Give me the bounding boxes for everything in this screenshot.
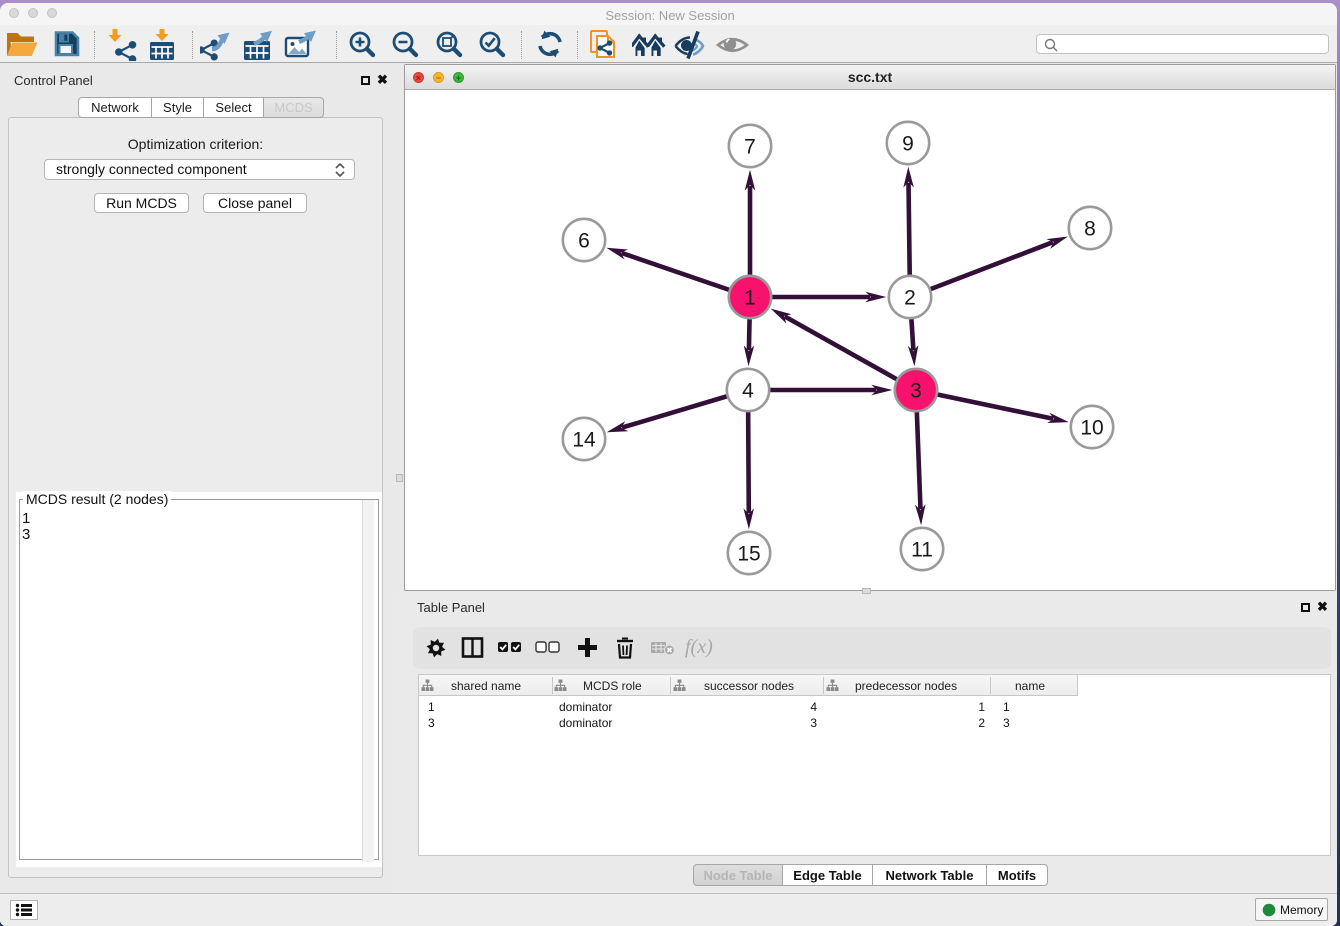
svg-text:9: 9 (902, 133, 914, 156)
svg-text:7: 7 (744, 136, 756, 159)
svg-text:2: 2 (904, 287, 916, 310)
svg-text:6: 6 (578, 230, 590, 253)
svg-text:14: 14 (572, 429, 596, 452)
svg-text:4: 4 (742, 380, 754, 403)
svg-text:10: 10 (1080, 417, 1103, 440)
svg-text:3: 3 (910, 380, 922, 403)
svg-text:1: 1 (744, 287, 756, 310)
svg-text:8: 8 (1084, 218, 1096, 241)
svg-text:11: 11 (911, 539, 933, 562)
svg-text:15: 15 (737, 543, 760, 566)
